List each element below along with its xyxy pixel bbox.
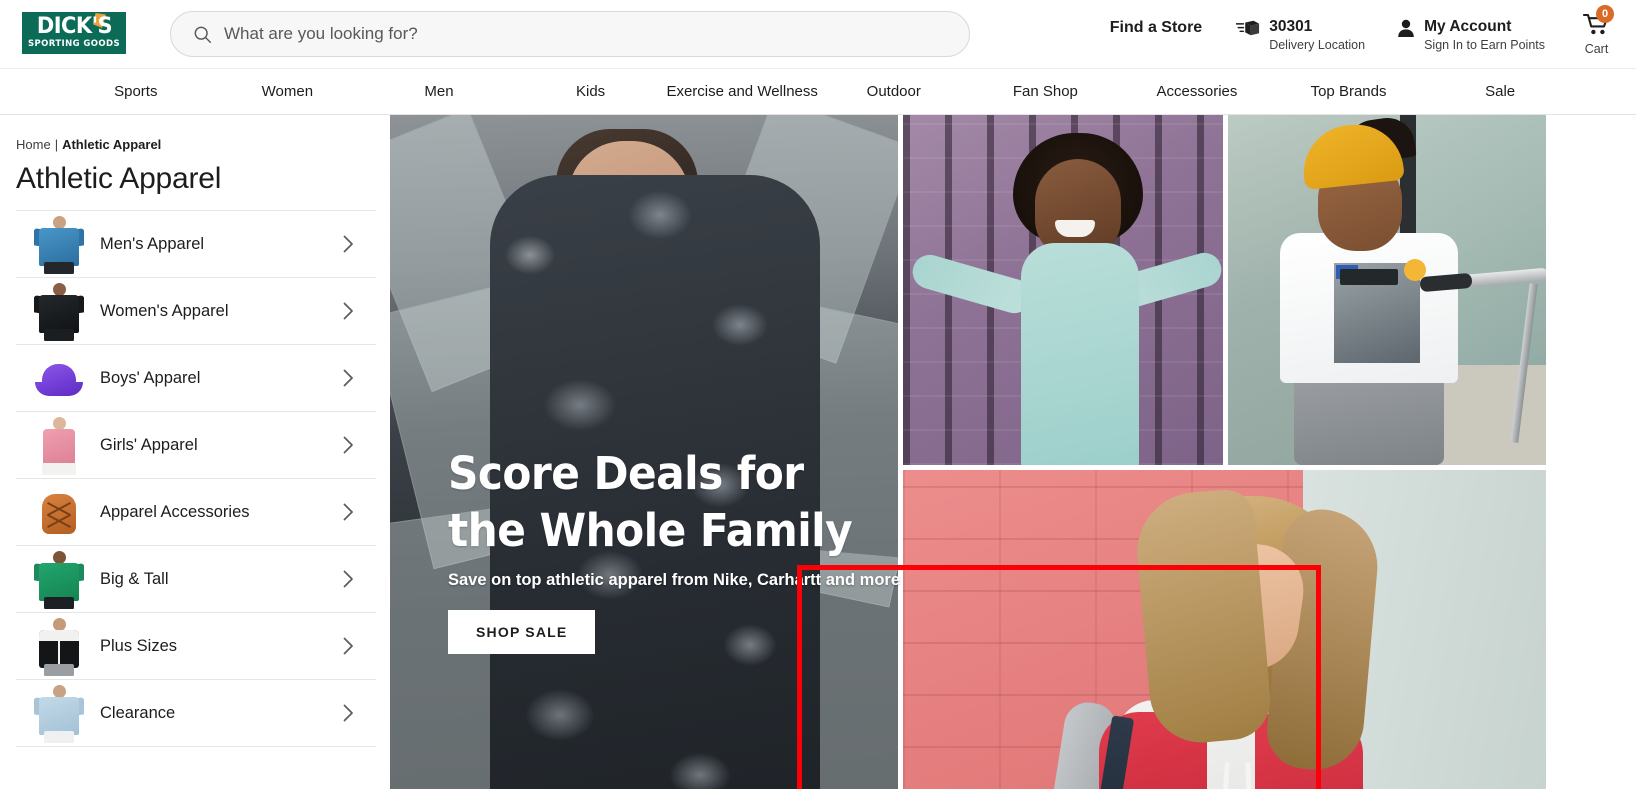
my-account-button[interactable]: My Account Sign In to Earn Points — [1381, 17, 1561, 54]
category-item-mens-apparel[interactable]: Men's Apparel — [16, 211, 376, 278]
category-label: Big & Tall — [100, 569, 169, 588]
womens-tee-black-thumb — [34, 281, 84, 341]
mens-tee-blue-thumb — [34, 214, 84, 274]
nav-item-sale[interactable]: Sale — [1424, 83, 1576, 100]
nav-item-exercise-and-wellness[interactable]: Exercise and Wellness — [666, 83, 818, 100]
find-a-store-link[interactable]: Find a Store — [1092, 19, 1220, 37]
category-label: Boys' Apparel — [100, 368, 201, 387]
green-tee-thumb — [34, 549, 84, 609]
nav-item-outdoor[interactable]: Outdoor — [818, 83, 970, 100]
nav-item-sports[interactable]: Sports — [60, 83, 212, 100]
logo-sub-text: SPORTING GOODS — [28, 39, 120, 49]
chevron-right-icon — [343, 570, 354, 588]
collage-gutter-vertical-right — [1546, 115, 1551, 470]
site-header: DICK'S SPORTING GOODS Find a Store — [0, 0, 1636, 68]
breadcrumb: Home | Athletic Apparel — [16, 115, 376, 152]
category-item-girls-apparel[interactable]: Girls' Apparel — [16, 412, 376, 479]
delivery-zip-code: 30301 — [1269, 17, 1313, 35]
search-icon — [193, 25, 212, 44]
delivery-location-button[interactable]: 30301 Delivery Location — [1220, 17, 1381, 54]
shop-sale-button[interactable]: SHOP SALE — [448, 610, 596, 654]
logo-main-text: DICK'S — [36, 14, 112, 39]
category-item-boys-apparel[interactable]: Boys' Apparel — [16, 345, 376, 412]
search-bar[interactable] — [170, 11, 970, 57]
girl-teal-top-purple-wall-photo[interactable] — [903, 115, 1223, 465]
hero-subheadline: Save on top athletic apparel from Nike, … — [448, 571, 901, 589]
breadcrumb-current: Athletic Apparel — [62, 137, 162, 152]
cart-badge: 0 — [1596, 4, 1614, 23]
collage-gutter-vertical-far-right — [1223, 115, 1228, 465]
category-label: Men's Apparel — [100, 234, 205, 253]
category-label: Apparel Accessories — [100, 502, 250, 521]
hero-banner[interactable]: Score Deals for the Whole Family Save on… — [390, 115, 1636, 789]
chevron-right-icon — [343, 369, 354, 387]
cart-button[interactable]: 0 Cart — [1561, 4, 1616, 56]
category-item-apparel-accessories[interactable]: Apparel Accessories — [16, 479, 376, 546]
girls-pink-tank-thumb — [34, 415, 84, 475]
collage-gutter-horizontal — [898, 465, 1558, 470]
category-label: Women's Apparel — [100, 301, 229, 320]
chevron-right-icon — [343, 302, 354, 320]
nav-item-accessories[interactable]: Accessories — [1121, 83, 1273, 100]
black-white-jacket-thumb — [34, 616, 84, 676]
orange-backpack-thumb — [34, 482, 84, 542]
category-item-womens-apparel[interactable]: Women's Apparel — [16, 278, 376, 345]
cart-label: Cart — [1584, 41, 1609, 56]
purple-bucket-hat-thumb — [34, 348, 84, 408]
category-label: Girls' Apparel — [100, 435, 198, 454]
chevron-right-icon — [343, 235, 354, 253]
boy-yellow-beanie-nike-tee-photo[interactable] — [1228, 115, 1546, 465]
main-navigation: Sports Women Men Kids Exercise and Welln… — [0, 68, 1636, 115]
delivery-box-icon — [1236, 19, 1260, 39]
page-title: Athletic Apparel — [16, 162, 222, 195]
my-account-label: My Account — [1424, 17, 1512, 35]
chevron-right-icon — [343, 637, 354, 655]
woman-red-vest-yoga-mat-photo[interactable] — [903, 470, 1546, 789]
brand-logo[interactable]: DICK'S SPORTING GOODS — [22, 12, 126, 54]
chevron-right-icon — [343, 503, 354, 521]
nav-item-top-brands[interactable]: Top Brands — [1273, 83, 1425, 100]
category-item-clearance[interactable]: Clearance — [16, 680, 376, 747]
header-utility-nav: Find a Store 30301 Delivery Location My … — [1092, 4, 1616, 56]
breadcrumb-home-link[interactable]: Home — [16, 137, 51, 152]
chevron-right-icon — [343, 436, 354, 454]
sign-in-prompt: Sign In to Earn Points — [1424, 37, 1545, 52]
nav-item-women[interactable]: Women — [212, 83, 364, 100]
chevron-right-icon — [343, 704, 354, 722]
light-blue-polo-thumb — [34, 683, 84, 743]
nav-item-kids[interactable]: Kids — [515, 83, 667, 100]
category-label: Plus Sizes — [100, 636, 178, 655]
page-body: Home | Athletic Apparel Athletic Apparel M… — [0, 115, 1636, 789]
delivery-location-label: Delivery Location — [1269, 37, 1366, 52]
category-sidebar: Home | Athletic Apparel Athletic Apparel M… — [0, 115, 390, 789]
nav-item-men[interactable]: Men — [363, 83, 515, 100]
category-label: Clearance — [100, 703, 176, 722]
category-item-big-and-tall[interactable]: Big & Tall — [16, 546, 376, 613]
category-item-plus-sizes[interactable]: Plus Sizes — [16, 613, 376, 680]
hero-headline: Score Deals for the Whole Family — [448, 447, 853, 557]
breadcrumb-separator: | — [54, 137, 59, 152]
person-icon — [1397, 19, 1415, 38]
hero-copy: Score Deals for the Whole Family Save on… — [448, 445, 918, 654]
nav-item-fan-shop[interactable]: Fan Shop — [970, 83, 1122, 100]
search-input[interactable] — [224, 24, 951, 44]
category-list: Men's Apparel Women's Apparel Boys' Appa… — [16, 210, 376, 747]
